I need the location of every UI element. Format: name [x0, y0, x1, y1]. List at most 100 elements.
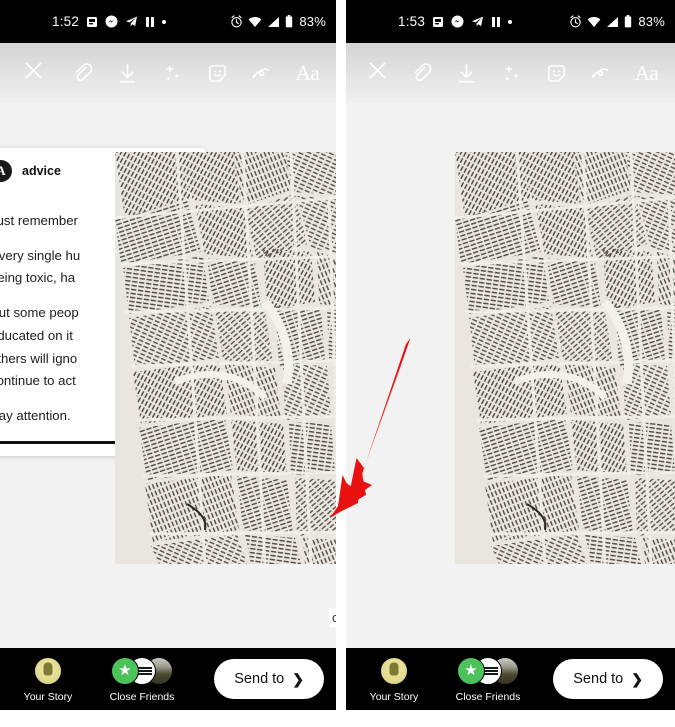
your-story-button[interactable]: Your Story [12, 656, 84, 703]
link-button[interactable] [60, 48, 105, 98]
your-story-avatars [34, 656, 62, 686]
status-time: 1:52 [52, 14, 80, 29]
effects-button[interactable] [489, 48, 534, 98]
send-to-button[interactable]: Send to ❯ [214, 659, 324, 699]
close-icon [22, 59, 45, 87]
status-bar-left: 1:52 [52, 14, 167, 29]
signal-icon [606, 16, 619, 28]
battery-percentage: 83% [299, 14, 326, 29]
newspaper-collage-image [455, 152, 675, 564]
wifi-icon [248, 16, 262, 28]
draw-icon [590, 62, 613, 85]
post-line-text: being toxic, ha [0, 270, 76, 286]
share-bottom-bar: Your Story ★ Close Friends Send to ❯ [0, 648, 336, 710]
send-to-label: Send to [573, 671, 624, 687]
signal-icon [267, 16, 280, 28]
text-button[interactable]: Aa [285, 48, 330, 98]
draw-button[interactable] [240, 48, 285, 98]
text-button[interactable]: Aa [624, 48, 669, 98]
your-story-label: Your Story [369, 690, 419, 703]
text-icon: Aa [634, 60, 659, 85]
post-line-text: others will igno [0, 350, 78, 366]
editor-toolbar: Aa [0, 43, 336, 103]
newspaper-photo[interactable] [115, 152, 336, 564]
toolbar-actions: Aa [60, 48, 330, 98]
download-icon [116, 62, 139, 85]
download-icon [455, 62, 478, 85]
editor-toolbar: Aa [346, 43, 675, 103]
close-button[interactable] [10, 59, 56, 87]
battery-icon [285, 15, 293, 28]
download-button[interactable] [105, 48, 150, 98]
post-username[interactable]: advice [22, 164, 61, 178]
telegram-icon [125, 15, 138, 28]
close-friends-button[interactable]: ★ Close Friends [448, 656, 528, 703]
status-bar: 1:52 83% [0, 0, 336, 43]
alarm-icon [569, 15, 582, 28]
your-story-label: Your Story [23, 690, 73, 703]
phone-screenshot-after: 1:53 83% Aa Your Story ★ Close Friends S… [346, 0, 675, 710]
post-line-text: educated on it [0, 327, 73, 343]
sparkles-icon [500, 62, 523, 85]
battery-icon [624, 15, 632, 28]
dot-icon [508, 19, 513, 24]
battery-percentage: 83% [638, 14, 665, 29]
sticker-button[interactable] [534, 48, 579, 98]
your-story-avatars [380, 656, 408, 686]
screenshot-root: 1:52 83% Aa A advice ust remember very s… [0, 0, 675, 727]
your-story-avatar [34, 656, 62, 685]
link-icon [410, 62, 433, 85]
close-friends-star-icon: ★ [457, 656, 485, 685]
your-story-button[interactable]: Your Story [358, 656, 430, 703]
sim-card-icon [86, 16, 98, 28]
status-bar-right: 83% [230, 0, 326, 43]
pause-icon [145, 16, 155, 28]
status-bar: 1:53 83% [346, 0, 675, 43]
sticker-button[interactable] [195, 48, 240, 98]
close-friends-avatars: ★ [457, 656, 519, 686]
close-friends-label: Close Friends [109, 690, 175, 703]
chevron-right-icon: ❯ [631, 670, 643, 687]
panel-divider [336, 0, 346, 727]
link-button[interactable] [399, 48, 444, 98]
story-canvas[interactable]: A advice Just remember Pay attention. [346, 103, 675, 648]
avatar: A [0, 160, 12, 182]
messenger-icon [105, 15, 118, 28]
sticker-icon [545, 62, 568, 85]
telegram-icon [471, 15, 484, 28]
close-friends-label: Close Friends [455, 690, 521, 703]
send-to-label: Send to [234, 671, 285, 687]
caption-fragment: of [329, 608, 336, 627]
toolbar-actions: Aa [399, 48, 669, 98]
wifi-icon [587, 16, 601, 28]
sim-card-icon [432, 16, 444, 28]
your-story-avatar [380, 656, 408, 685]
phone-screenshot-before: 1:52 83% Aa A advice ust remember very s… [0, 0, 336, 710]
send-to-button[interactable]: Send to ❯ [553, 659, 663, 699]
post-line-text: continue to act [0, 373, 76, 389]
sticker-icon [206, 62, 229, 85]
download-button[interactable] [444, 48, 489, 98]
share-bottom-bar: Your Story ★ Close Friends Send to ❯ [346, 648, 675, 710]
link-icon [71, 62, 94, 85]
close-friends-avatars: ★ [111, 656, 173, 686]
close-button[interactable] [356, 59, 399, 87]
draw-button[interactable] [579, 48, 624, 98]
close-friends-star-icon: ★ [111, 656, 139, 685]
post-line-text: But some peop [0, 305, 79, 321]
draw-icon [251, 62, 274, 85]
pause-icon [491, 16, 501, 28]
close-icon [366, 59, 389, 87]
sparkles-icon [161, 62, 184, 85]
status-bar-right: 83% [569, 0, 665, 43]
dot-icon [162, 19, 167, 24]
text-icon: Aa [295, 60, 320, 85]
chevron-right-icon: ❯ [292, 670, 304, 687]
effects-button[interactable] [150, 48, 195, 98]
status-time: 1:53 [398, 14, 426, 29]
close-friends-button[interactable]: ★ Close Friends [102, 656, 182, 703]
newspaper-collage-image [115, 152, 336, 564]
story-canvas[interactable]: A advice Just remember Every single hu b… [0, 103, 336, 648]
newspaper-photo[interactable] [455, 152, 675, 564]
messenger-icon [451, 15, 464, 28]
